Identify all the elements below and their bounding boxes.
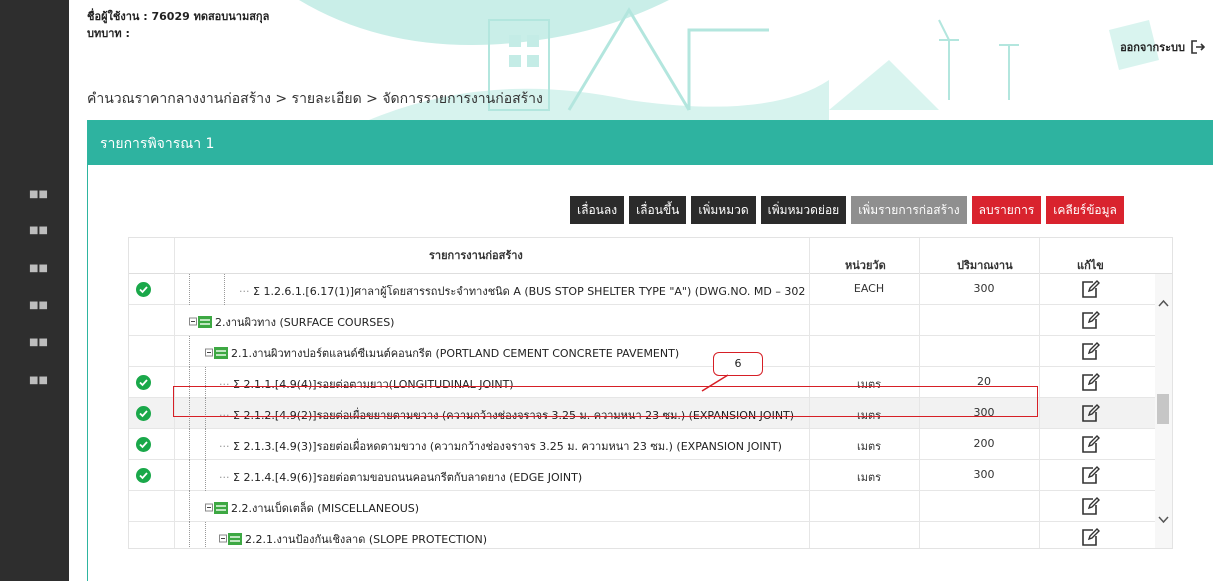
username-label: ชื่อผู้ใช้งาน : 76029 ทดสอบนามสกุล <box>87 10 270 23</box>
tree-folder-icon[interactable] <box>205 501 229 518</box>
table-row[interactable]: 2.2.1.งานป้องกันเชิงลาด (SLOPE PROTECTIO… <box>129 522 1155 549</box>
row-name: 2.1.งานผิวทางปอร์ตแลนด์ซีเมนต์คอนกรีต (P… <box>205 344 679 363</box>
check-circle-icon <box>136 437 151 452</box>
add-subcategory-button[interactable]: เพิ่มหมวดย่อย <box>760 196 847 224</box>
column-header-unit: หน่วยวัด <box>845 259 886 272</box>
row-name-text: 2.1.งานผิวทางปอร์ตแลนด์ซีเมนต์คอนกรีต (P… <box>231 347 680 360</box>
row-qty: 200 <box>973 437 995 450</box>
row-name: ··· Σ 2.1.4.[4.9(6)]รอยต่อตามขอบถนนคอนกร… <box>219 468 582 486</box>
sidebar: ■■ ■■ ■■ ■■ ■■ ■■ <box>0 0 69 581</box>
check-circle-icon <box>136 375 151 390</box>
step-callout: 6 <box>713 352 763 376</box>
scrollbar-thumb[interactable] <box>1157 394 1169 424</box>
highlighted-row-outline <box>173 386 1038 417</box>
move-down-button[interactable]: เลื่อนลง <box>570 196 625 224</box>
row-name-text: Σ 1.2.6.1.[6.17(1)]ศาลาผู้โดยสารรถประจำท… <box>253 285 806 298</box>
column-header-edit: แก้ไข <box>1077 259 1104 272</box>
tree-guide-line <box>189 522 190 548</box>
row-name: 2.2.งานเบ็ดเตล็ด (MISCELLANEOUS) <box>205 499 419 518</box>
header-banner: ชื่อผู้ใช้งาน : 76029 ทดสอบนามสกุล บทบาท… <box>69 0 1213 120</box>
toolbar: เลื่อนลง เลื่อนขึ้น เพิ่มหมวด เพิ่มหมวดย… <box>570 196 1124 224</box>
sidebar-menu-1-icon[interactable]: ■■ <box>0 176 69 212</box>
edit-icon[interactable] <box>1081 465 1100 485</box>
table-row[interactable]: ··· Σ 2.1.3.[4.9(3)]รอยต่อเผื่อหดตามขวาง… <box>129 429 1155 460</box>
grid-header: รายการงานก่อสร้าง หน่วยวัด ปริมาณงาน แก้… <box>129 238 1172 274</box>
check-circle-icon <box>136 468 151 483</box>
panel-title: รายการพิจารณา 1 <box>88 121 1213 165</box>
sidebar-menu-2-icon[interactable]: ■■ <box>0 212 69 248</box>
tree-guide-line <box>189 491 190 522</box>
tree-guide-line <box>189 274 190 305</box>
tree-guide-line <box>205 460 206 491</box>
grid-scrollbar[interactable] <box>1155 274 1172 548</box>
breadcrumb: คำนวณราคากลางงานก่อสร้าง > รายละเอียด > … <box>87 91 543 107</box>
sidebar-menu-6-icon[interactable]: ■■ <box>0 362 69 398</box>
row-name-text: Σ 2.1.3.[4.9(3)]รอยต่อเผื่อหดตามขวาง (คว… <box>233 440 782 453</box>
row-name-text: 2.งานผิวทาง (SURFACE COURSES) <box>215 316 395 329</box>
sidebar-menu-3-icon[interactable]: ■■ <box>0 250 69 286</box>
table-row[interactable]: ··· Σ 1.2.6.1.[6.17(1)]ศาลาผู้โดยสารรถปร… <box>129 274 1155 305</box>
scroll-up-icon[interactable] <box>1155 296 1172 312</box>
edit-icon[interactable] <box>1081 527 1100 547</box>
tree-guide-line <box>189 336 190 367</box>
row-name-text: 2.2.งานเบ็ดเตล็ด (MISCELLANEOUS) <box>231 502 420 515</box>
row-name: 2.งานผิวทาง (SURFACE COURSES) <box>189 313 394 332</box>
scroll-down-icon[interactable] <box>1155 512 1172 528</box>
role-label: บทบาท : <box>87 27 130 40</box>
table-row[interactable]: ··· Σ 2.1.4.[4.9(6)]รอยต่อตามขอบถนนคอนกร… <box>129 460 1155 491</box>
tree-folder-icon[interactable] <box>205 346 229 363</box>
logout-button[interactable]: ออกจากระบบ <box>1120 38 1205 56</box>
row-qty: 300 <box>973 282 995 295</box>
row-name: ··· Σ 1.2.6.1.[6.17(1)]ศาลาผู้โดยสารรถปร… <box>239 282 805 300</box>
table-row[interactable]: 2.2.งานเบ็ดเตล็ด (MISCELLANEOUS) <box>129 491 1155 522</box>
row-name-text: Σ 2.1.4.[4.9(6)]รอยต่อตามขอบถนนคอนกรีตกั… <box>233 471 583 484</box>
row-name: 2.2.1.งานป้องกันเชิงลาด (SLOPE PROTECTIO… <box>219 530 488 549</box>
tree-folder-icon[interactable] <box>189 315 213 332</box>
check-circle-icon <box>136 406 151 421</box>
tree-guide-line <box>224 274 225 305</box>
logout-icon <box>1191 40 1205 54</box>
table-row[interactable]: 2.งานผิวทาง (SURFACE COURSES) <box>129 305 1155 336</box>
edit-icon[interactable] <box>1081 372 1100 392</box>
table-row[interactable]: 2.1.งานผิวทางปอร์ตแลนด์ซีเมนต์คอนกรีต (P… <box>129 336 1155 367</box>
column-header-qty: ปริมาณงาน <box>957 259 1013 272</box>
logout-label: ออกจากระบบ <box>1120 41 1185 54</box>
edit-icon[interactable] <box>1081 310 1100 330</box>
tree-guide-line <box>189 429 190 460</box>
tree-guide-line <box>205 522 206 548</box>
tree-branch-icon: ··· <box>219 471 233 484</box>
edit-icon[interactable] <box>1081 403 1100 423</box>
move-up-button[interactable]: เลื่อนขึ้น <box>629 196 687 224</box>
tree-guide-line <box>205 429 206 460</box>
edit-icon[interactable] <box>1081 279 1100 299</box>
edit-icon[interactable] <box>1081 341 1100 361</box>
row-unit: เมตร <box>856 440 882 453</box>
clear-data-button[interactable]: เคลียร์ข้อมูล <box>1046 196 1124 224</box>
add-category-button[interactable]: เพิ่มหมวด <box>691 196 756 224</box>
delete-item-button[interactable]: ลบรายการ <box>971 196 1042 224</box>
row-unit: EACH <box>853 282 885 295</box>
edit-icon[interactable] <box>1081 434 1100 454</box>
callout-pointer <box>701 374 729 392</box>
edit-icon[interactable] <box>1081 496 1100 516</box>
add-item-button[interactable]: เพิ่มรายการก่อสร้าง <box>851 196 967 224</box>
row-name: ··· Σ 2.1.3.[4.9(3)]รอยต่อเผื่อหดตามขวาง… <box>219 437 782 455</box>
tree-folder-icon[interactable] <box>219 532 243 549</box>
tree-branch-icon: ··· <box>219 440 233 453</box>
row-name-text: 2.2.1.งานป้องกันเชิงลาด (SLOPE PROTECTIO… <box>245 533 488 546</box>
row-qty: 300 <box>973 468 995 481</box>
tree-guide-line <box>189 460 190 491</box>
check-circle-icon <box>136 282 151 297</box>
column-header-name: รายการงานก่อสร้าง <box>429 249 523 262</box>
tree-branch-icon: ··· <box>239 285 253 298</box>
row-unit: เมตร <box>856 471 882 484</box>
sidebar-menu-5-icon[interactable]: ■■ <box>0 324 69 360</box>
sidebar-menu-4-icon[interactable]: ■■ <box>0 287 69 323</box>
